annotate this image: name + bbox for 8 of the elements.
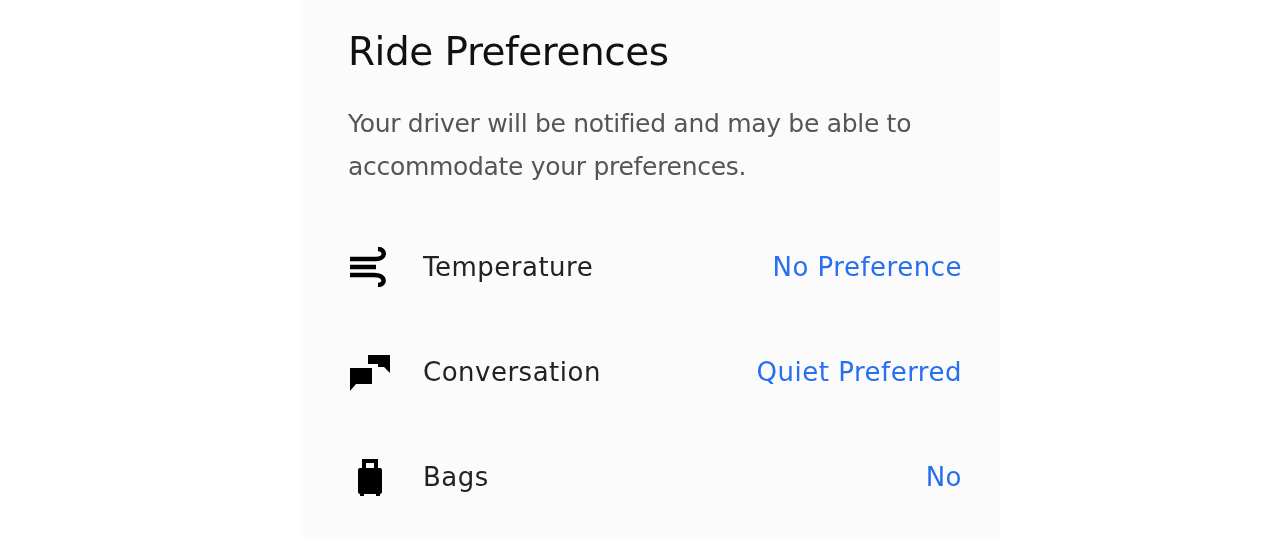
- preference-label: Bags: [423, 461, 489, 492]
- preference-value-link[interactable]: No: [925, 461, 962, 492]
- page-title: Ride Preferences: [348, 28, 670, 76]
- preference-label: Temperature: [423, 251, 594, 282]
- description: Your driver will be notified and may be able to accommodate your preferences.: [348, 108, 913, 183]
- preference-label: Conversation: [423, 356, 601, 387]
- preference-value-link[interactable]: Quiet Preferred: [756, 356, 962, 387]
- preference-value-link[interactable]: No Preference: [772, 251, 962, 282]
